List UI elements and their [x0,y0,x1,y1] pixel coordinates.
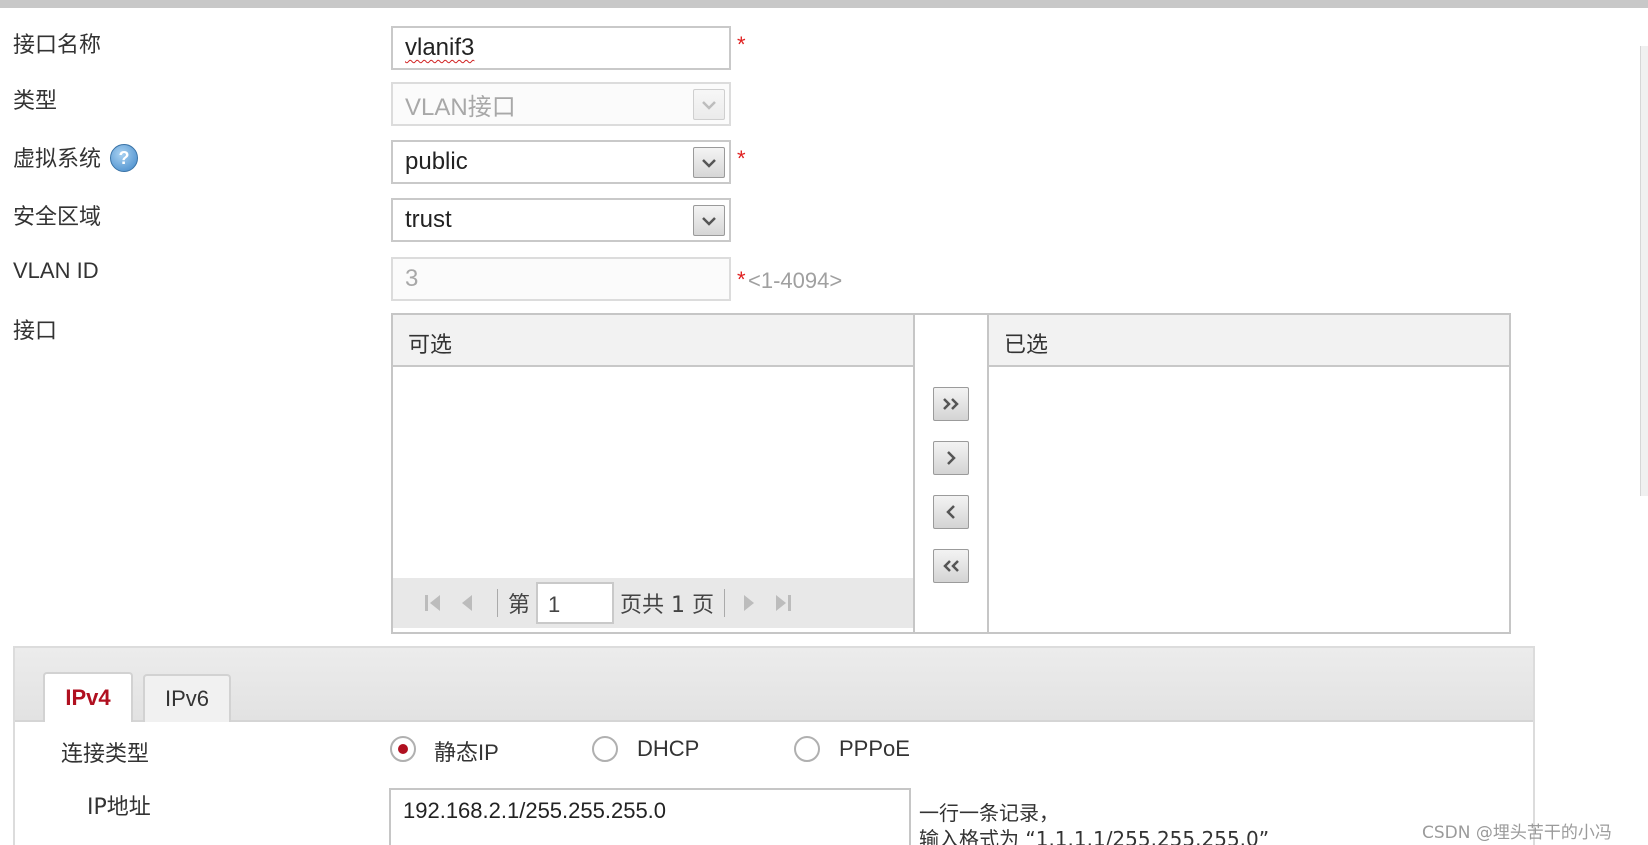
vertical-scrollbar[interactable] [1640,46,1648,496]
prev-page-icon[interactable] [453,588,481,618]
virtual-system-label: 虚拟系统 [13,147,102,172]
double-chevron-left-icon[interactable] [933,549,969,583]
pager-divider [724,589,725,617]
pager: 第 1 页共 1 页 [393,578,913,628]
type-select: VLAN接口 [391,82,731,126]
required-marker: * [737,32,746,57]
radio-dhcp-label: DHCP [637,736,700,761]
connection-type-label: 连接类型 [61,742,150,767]
last-page-icon[interactable] [769,588,797,618]
watermark: CSDN @埋头苦干的小冯 [1422,823,1612,843]
first-page-icon[interactable] [419,588,447,618]
radio-pppoe[interactable] [794,736,820,762]
window-top-border [0,0,1648,8]
selected-list[interactable]: 已选 [989,315,1509,632]
ip-hint-line-2: 输入格式为 “1.1.1.1/255.255.255.0” [919,827,1270,845]
selected-header: 已选 [989,315,1509,367]
required-marker: * [737,267,746,292]
interface-dual-list: 可选 第 1 页共 1 页 已选 [391,313,1511,634]
tab-ipv6[interactable]: IPv6 [143,674,231,722]
chevron-right-icon[interactable] [933,441,969,475]
vlan-id-label: VLAN ID [13,258,99,283]
security-zone-value: trust [405,206,452,233]
transfer-buttons [915,315,989,632]
interface-name-value: vlanif3 [405,34,475,61]
question-icon[interactable]: ? [110,144,138,172]
double-chevron-right-icon[interactable] [933,387,969,421]
security-zone-select[interactable]: trust [391,198,731,242]
chevron-left-icon[interactable] [933,495,969,529]
chevron-down-icon[interactable] [693,147,725,178]
ip-address-textarea[interactable]: 192.168.2.1/255.255.255.0 [389,788,911,845]
vlan-range-hint: <1-4094> [748,268,843,293]
radio-pppoe-label: PPPoE [839,736,910,761]
next-page-icon[interactable] [735,588,763,618]
type-value: VLAN接口 [405,93,516,121]
chevron-down-icon[interactable] [693,205,725,236]
vlan-id-value: 3 [405,265,419,292]
virtual-system-value: public [405,148,468,175]
required-marker: * [737,146,746,171]
interface-name-label: 接口名称 [13,33,102,58]
tab-strip: IPv4 IPv6 [15,648,1533,722]
pager-prefix: 第 [508,593,531,618]
pager-divider [497,589,498,617]
ip-hint-line-1: 一行一条记录， [919,801,1059,825]
vlan-id-input: 3 [391,257,731,301]
interface-label: 接口 [13,319,58,344]
chevron-down-icon [693,89,725,120]
security-zone-label: 安全区域 [13,205,102,230]
page-number-input[interactable]: 1 [536,582,615,624]
available-header: 可选 [393,315,913,367]
radio-dhcp[interactable] [592,736,618,762]
type-label: 类型 [13,89,58,114]
radio-static-ip-label: 静态IP [434,740,499,765]
ip-address-label: IP地址 [87,795,151,820]
pager-total: 页共 1 页 [620,593,714,618]
interface-name-input[interactable]: vlanif3 [391,26,731,70]
radio-static-ip[interactable] [390,736,416,762]
available-list[interactable]: 可选 第 1 页共 1 页 [393,315,915,632]
ip-format-hint: 一行一条记录， 输入格式为 “1.1.1.1/255.255.255.0” [919,800,1269,845]
tab-ipv4[interactable]: IPv4 [43,672,133,722]
virtual-system-select[interactable]: public [391,140,731,184]
